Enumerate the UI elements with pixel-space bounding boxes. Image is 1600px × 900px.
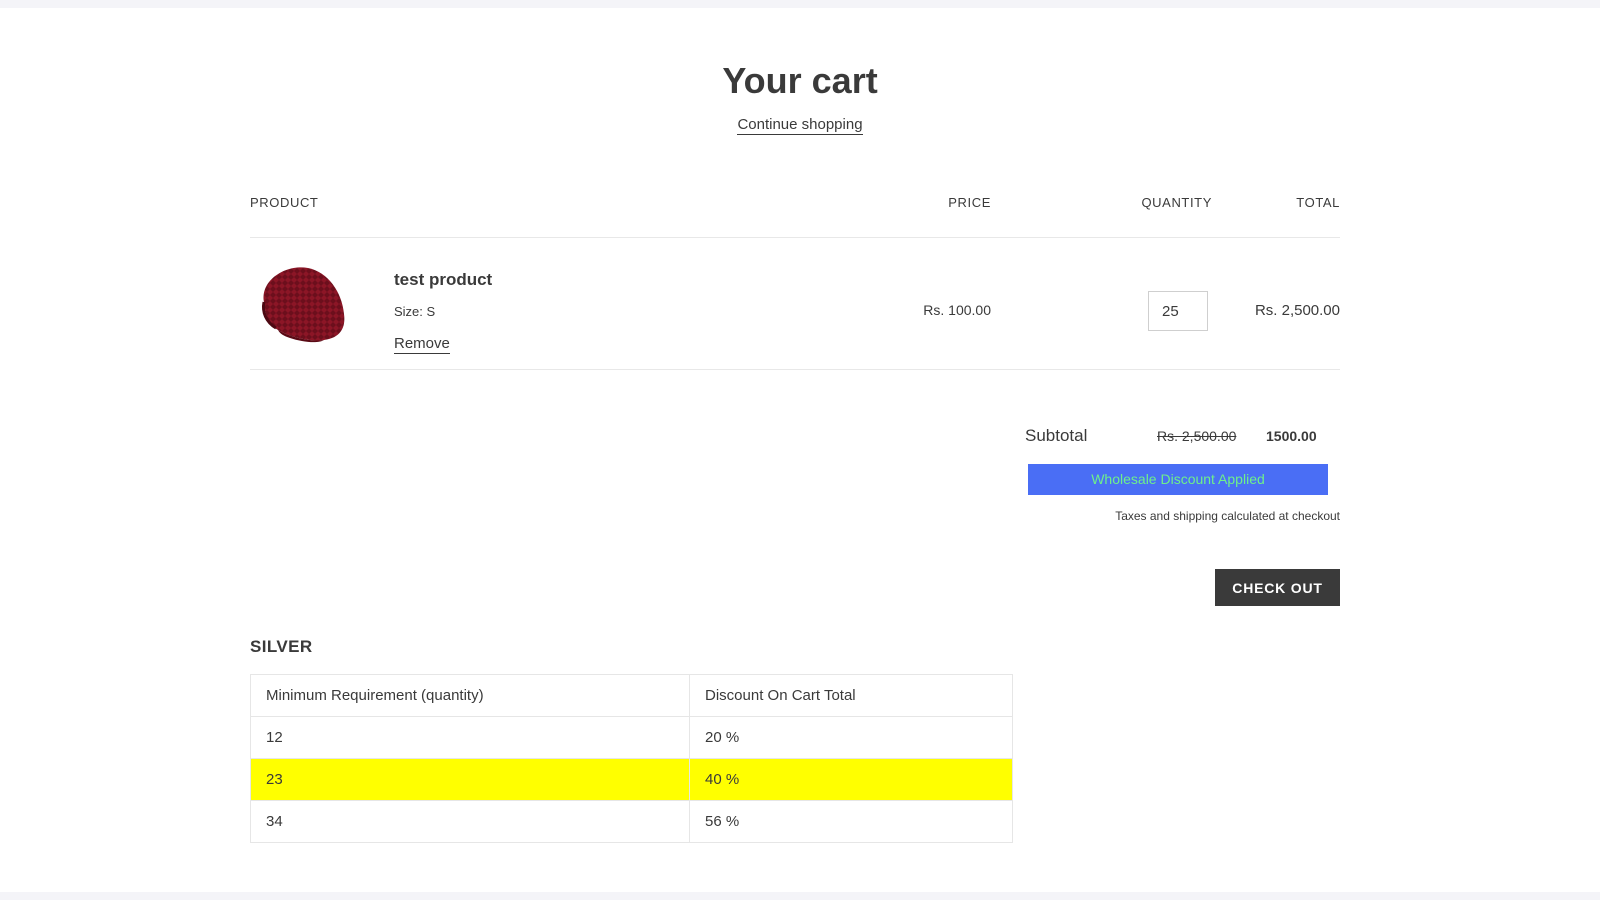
remove-link[interactable]: Remove	[394, 335, 450, 354]
original-subtotal: Rs. 2,500.00	[1157, 428, 1237, 444]
subtotal-label: Subtotal	[1025, 426, 1088, 445]
discount-tier-table: Minimum Requirement (quantity) Discount …	[250, 674, 1013, 843]
tier-row-active: 23 40 %	[250, 758, 1013, 801]
column-header-total: TOTAL	[1296, 195, 1340, 210]
tier-discount: 20 %	[689, 716, 1013, 759]
discounted-subtotal: 1500.00	[1266, 428, 1317, 444]
divider	[250, 237, 1340, 238]
product-image[interactable]	[252, 262, 348, 344]
line-total: Rs. 2,500.00	[1254, 302, 1340, 319]
unit-price: Rs. 100.00	[923, 302, 991, 318]
continue-shopping-link[interactable]: Continue shopping	[737, 116, 863, 135]
tier-discount: 40 %	[689, 758, 1013, 801]
tier-discount: 56 %	[689, 800, 1013, 843]
tier-header-discount: Discount On Cart Total	[689, 674, 1013, 717]
product-size: Size: S	[394, 304, 436, 319]
column-header-product: PRODUCT	[250, 195, 319, 210]
discount-banner: Wholesale Discount Applied	[1028, 464, 1328, 495]
quantity-input[interactable]	[1148, 291, 1208, 331]
product-name[interactable]: test product	[394, 270, 492, 290]
continue-shopping-container: Continue shopping	[0, 116, 1600, 135]
column-header-price: PRICE	[948, 195, 991, 210]
tier-min: 34	[250, 800, 690, 843]
cart-page: Your cart Continue shopping PRODUCT PRIC…	[0, 8, 1600, 892]
tier-title: SILVER	[250, 637, 313, 656]
tier-row: 34 56 %	[250, 800, 1013, 843]
page-title: Your cart	[722, 60, 878, 101]
tier-min: 23	[250, 758, 690, 801]
tier-header-min: Minimum Requirement (quantity)	[250, 674, 690, 717]
column-header-quantity: QUANTITY	[1141, 195, 1212, 210]
checkout-button[interactable]: CHECK OUT	[1215, 569, 1340, 606]
tier-row: 12 20 %	[250, 716, 1013, 759]
tier-table-header: Minimum Requirement (quantity) Discount …	[250, 674, 1013, 717]
tax-note: Taxes and shipping calculated at checkou…	[1115, 509, 1340, 523]
divider	[250, 369, 1340, 370]
tier-min: 12	[250, 716, 690, 759]
